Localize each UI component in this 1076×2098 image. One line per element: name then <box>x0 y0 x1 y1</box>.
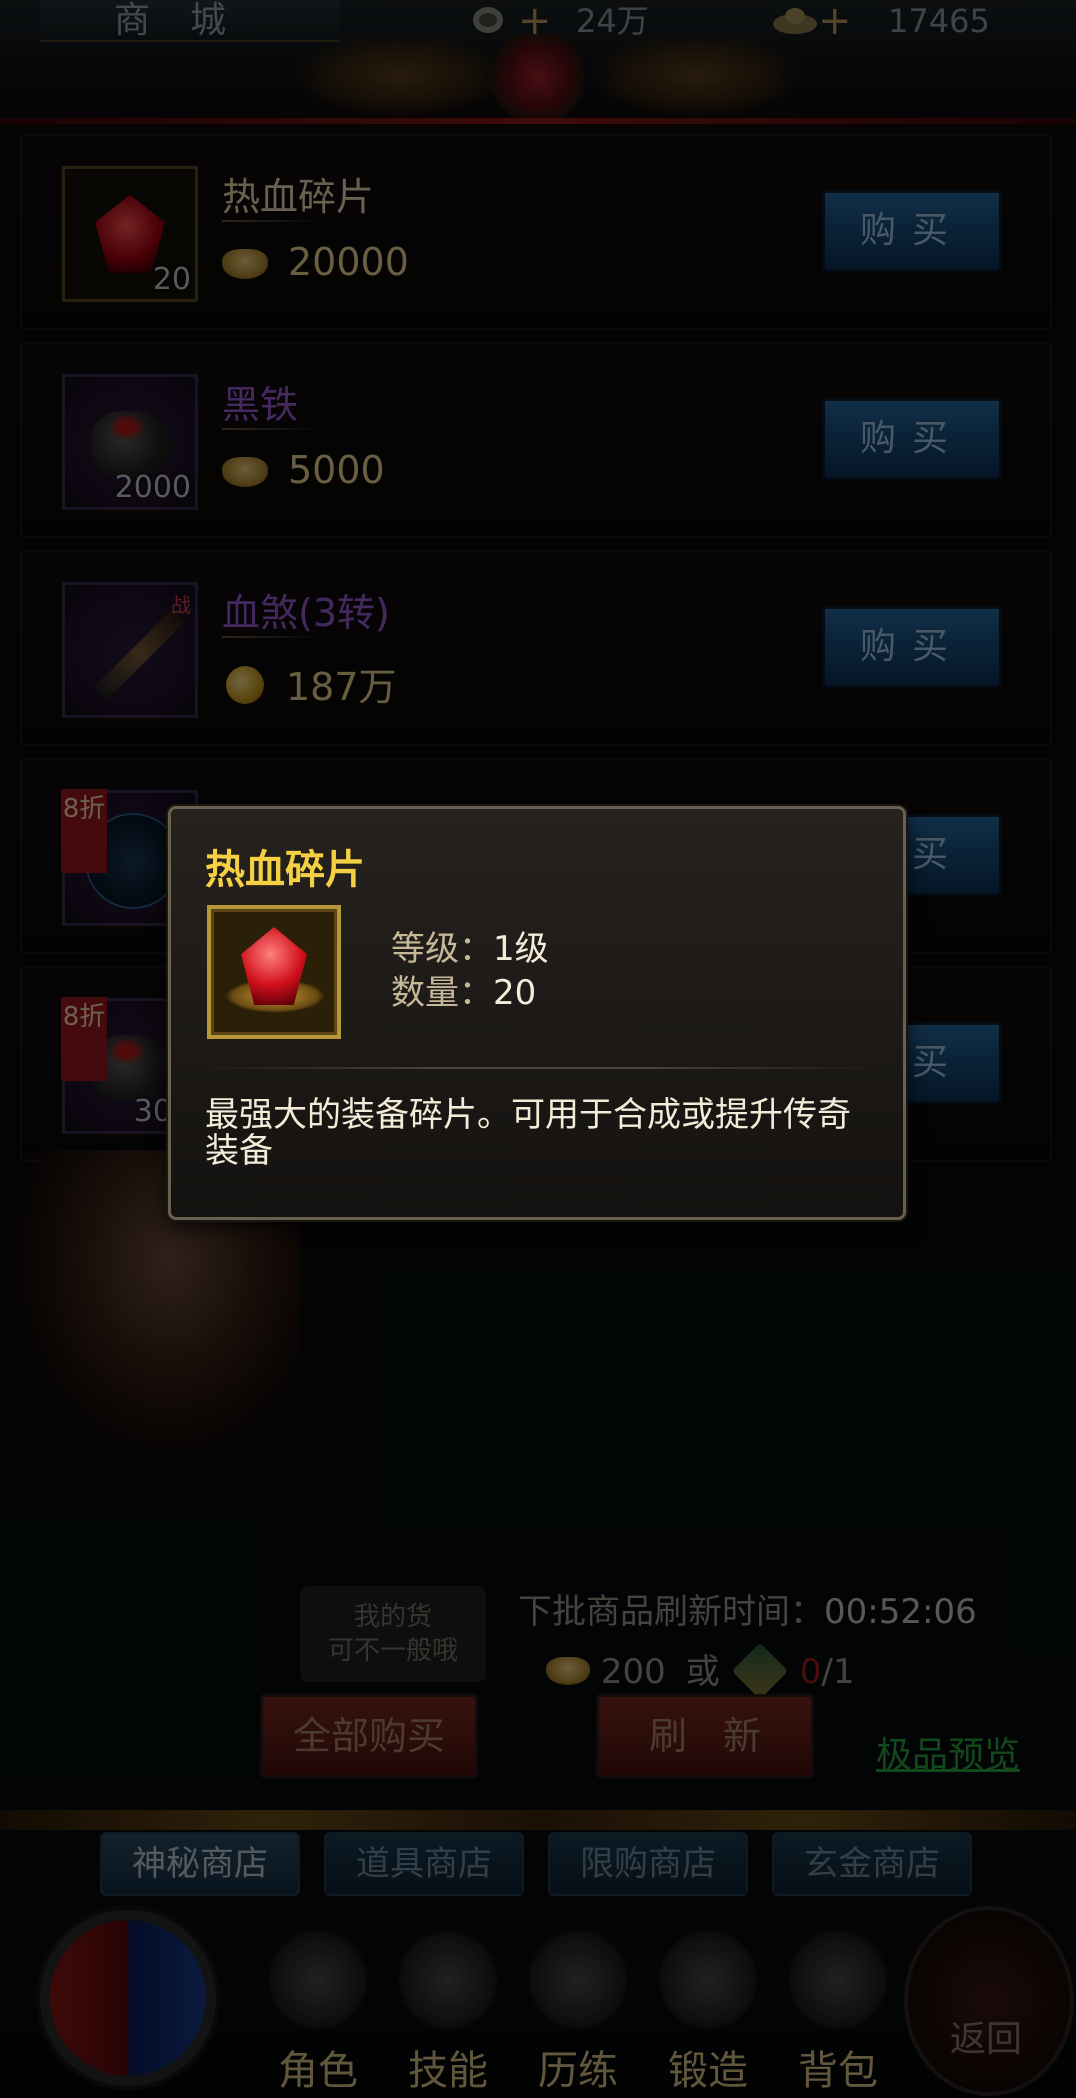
item-name: 血煞(3转) <box>222 591 390 635</box>
menu-training[interactable]: 历练 <box>518 1930 638 2098</box>
tooltip-description: 最强大的装备碎片。可用于合成或提升传奇装备 <box>205 1095 851 1171</box>
name-underline <box>222 636 322 638</box>
top-bar: 商城 + 24万 + 17465 <box>0 0 1076 130</box>
menu-label: 背包 <box>798 2048 878 2094</box>
tooltip-divider <box>201 1067 877 1069</box>
tab-limited-shop[interactable]: 限购商店 <box>548 1832 748 1896</box>
backpack-icon <box>788 1930 888 2030</box>
menu-forge[interactable]: 锻造 <box>648 1930 768 2098</box>
name-underline <box>222 220 322 222</box>
dragon-ornament-left <box>290 32 510 118</box>
price-value: 20000 <box>288 240 409 284</box>
tooltip-level: 等级：1级 <box>391 921 549 970</box>
tab-mystery-shop[interactable]: 神秘商店 <box>100 1832 300 1896</box>
tooltip-title: 热血碎片 <box>205 847 365 893</box>
shop-item: 战 血煞(3转) 187万 购买 <box>20 550 1052 746</box>
tooltip-item-slot <box>207 905 341 1039</box>
or-text: 或 <box>685 1652 720 1692</box>
skill-book-icon <box>398 1930 498 2030</box>
hp-mp-globe <box>40 1910 216 2086</box>
crest-emblem <box>490 34 586 120</box>
coin-icon <box>226 666 264 704</box>
token-need: /1 <box>821 1652 855 1692</box>
tooltip-quantity: 数量：20 <box>391 965 536 1014</box>
quantity-label: 数量： <box>391 973 493 1013</box>
gold-pile-ornament <box>0 1810 1076 1830</box>
weapon-tag: 战 <box>171 593 191 617</box>
helmet-icon <box>268 1930 368 2030</box>
price-value: 5000 <box>288 448 385 492</box>
quantity-value: 20 <box>493 973 537 1013</box>
level-value: 1级 <box>493 929 549 969</box>
gold-ingot-icon <box>222 457 268 487</box>
black-iron-icon <box>91 411 171 477</box>
refresh-label: 下批商品刷新时间： <box>518 1592 824 1632</box>
tab-item-shop[interactable]: 道具商店 <box>324 1832 524 1896</box>
refresh-button[interactable]: 刷新 <box>596 1694 814 1778</box>
dragon-ornament-right <box>586 32 806 118</box>
menu-bag[interactable]: 背包 <box>778 1930 898 2098</box>
gold-amount: 17465 <box>888 2 990 40</box>
anvil-icon <box>658 1930 758 2030</box>
refresh-cost: 200 或 0/1 <box>546 1642 855 1700</box>
refresh-timer: 下批商品刷新时间：00:52:06 <box>518 1584 977 1633</box>
discount-badge: 8折 <box>61 789 107 873</box>
speech-line: 我的货 <box>353 1602 432 1632</box>
refresh-cost-value: 200 <box>600 1652 666 1692</box>
name-underline <box>222 428 322 430</box>
buy-button[interactable]: 购买 <box>822 398 1002 480</box>
premium-preview-link[interactable]: 极品预览 <box>876 1726 1020 1778</box>
level-label: 等级： <box>391 929 493 969</box>
menu-label: 历练 <box>538 2048 618 2094</box>
item-quantity: 2000 <box>114 470 191 505</box>
shop-item: 2000 黑铁 5000 购买 <box>20 342 1052 538</box>
menu-skills[interactable]: 技能 <box>388 1930 508 2098</box>
buy-all-button[interactable]: 全部购买 <box>260 1694 478 1778</box>
add-gold-button[interactable]: + <box>818 0 852 42</box>
item-slot[interactable]: 战 <box>62 582 198 718</box>
menu-label: 技能 <box>408 2048 488 2094</box>
menu-label: 锻造 <box>668 2048 748 2094</box>
item-price: 187万 <box>222 656 397 711</box>
discount-badge: 8折 <box>61 997 107 1081</box>
back-label: 返回 <box>950 2019 1023 2060</box>
refresh-token-icon <box>731 1642 789 1700</box>
tab-xuanjin-shop[interactable]: 玄金商店 <box>772 1832 972 1896</box>
item-name: 黑铁 <box>222 383 299 427</box>
buy-button[interactable]: 购买 <box>822 606 1002 688</box>
menu-character[interactable]: 角色 <box>258 1930 378 2098</box>
back-button[interactable]: 返回 <box>904 1906 1074 2096</box>
refresh-time: 00:52:06 <box>824 1592 977 1632</box>
price-value: 187万 <box>286 665 397 709</box>
menu-label: 角色 <box>278 2048 358 2094</box>
speech-line: 可不一般哦 <box>327 1636 458 1666</box>
item-price: 20000 <box>222 240 409 284</box>
item-name: 热血碎片 <box>222 175 375 219</box>
item-tooltip: 热血碎片 等级：1级 数量：20 最强大的装备碎片。可用于合成或提升传奇装备 <box>168 806 906 1220</box>
item-price: 5000 <box>222 448 385 492</box>
training-icon <box>528 1930 628 2030</box>
item-quantity: 20 <box>152 262 191 297</box>
gold-balance: + 17465 <box>770 0 1060 42</box>
buy-button[interactable]: 购买 <box>822 190 1002 272</box>
item-slot[interactable]: 20 <box>62 166 198 302</box>
gold-ingot-icon <box>222 249 268 279</box>
npc-speech-bubble: 我的货 可不一般哦 <box>300 1586 486 1682</box>
item-slot[interactable]: 2000 <box>62 374 198 510</box>
blade-weapon-icon <box>94 608 186 700</box>
header-divider <box>0 118 1076 124</box>
shop-tabs: 神秘商店 道具商店 限购商店 玄金商店 <box>100 1832 980 1896</box>
gold-ingot-icon <box>546 1657 590 1685</box>
token-have: 0 <box>799 1652 822 1692</box>
shop-item: 20 热血碎片 20000 购买 <box>20 134 1052 330</box>
